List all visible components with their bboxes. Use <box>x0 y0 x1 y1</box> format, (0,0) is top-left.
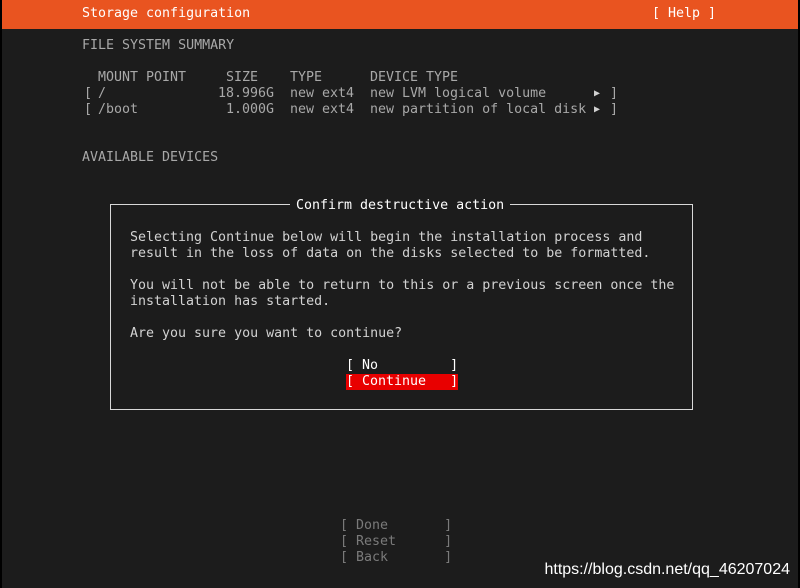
row-size: 1.000G <box>226 102 275 117</box>
installer-screen: Storage configuration [ Help ] FILE SYST… <box>0 0 800 588</box>
col-type: TYPE <box>290 70 323 85</box>
done-button[interactable]: [ Done ] <box>340 518 452 534</box>
row-menu-arrow-icon[interactable]: ▶ <box>594 86 600 102</box>
row-bracket-close: ] <box>610 102 619 117</box>
watermark-url: https://blog.csdn.net/qq_46207024 <box>544 561 790 578</box>
fs-summary-heading: FILE SYSTEM SUMMARY <box>82 38 235 53</box>
row-device: new partition of local disk <box>370 102 587 117</box>
dialog-message-line: You will not be able to return to this o… <box>130 278 675 293</box>
continue-button[interactable]: [ Continue ] <box>346 374 458 390</box>
page-title: Storage configuration <box>82 6 251 21</box>
title-bar: Storage configuration [ Help ] <box>2 0 798 29</box>
col-device-type: DEVICE TYPE <box>370 70 459 85</box>
row-size: 18.996G <box>218 86 275 101</box>
back-button[interactable]: [ Back ] <box>340 550 452 566</box>
available-devices-heading: AVAILABLE DEVICES <box>82 150 219 165</box>
dialog-message-line: Selecting Continue below will begin the … <box>130 230 643 245</box>
dialog-message-line: result in the loss of data on the disks … <box>130 246 651 261</box>
col-mount-point: MOUNT POINT <box>98 70 187 85</box>
row-bracket-open: [ <box>84 86 93 101</box>
row-device: new LVM logical volume <box>370 86 547 101</box>
dialog-message-line: installation has started. <box>130 294 331 309</box>
dialog-title: Confirm destructive action <box>290 198 511 214</box>
col-size: SIZE <box>226 70 259 85</box>
row-bracket-close: ] <box>610 86 619 101</box>
row-type: new ext4 <box>290 86 355 101</box>
row-mount: / <box>98 86 107 101</box>
dialog-question: Are you sure you want to continue? <box>130 326 403 341</box>
reset-button[interactable]: [ Reset ] <box>340 534 452 550</box>
row-type: new ext4 <box>290 102 355 117</box>
row-menu-arrow-icon[interactable]: ▶ <box>594 102 600 118</box>
row-mount: /boot <box>98 102 139 117</box>
row-bracket-open: [ <box>84 102 93 117</box>
help-button[interactable]: [ Help ] <box>652 6 716 22</box>
no-button[interactable]: [ No ] <box>346 358 458 374</box>
